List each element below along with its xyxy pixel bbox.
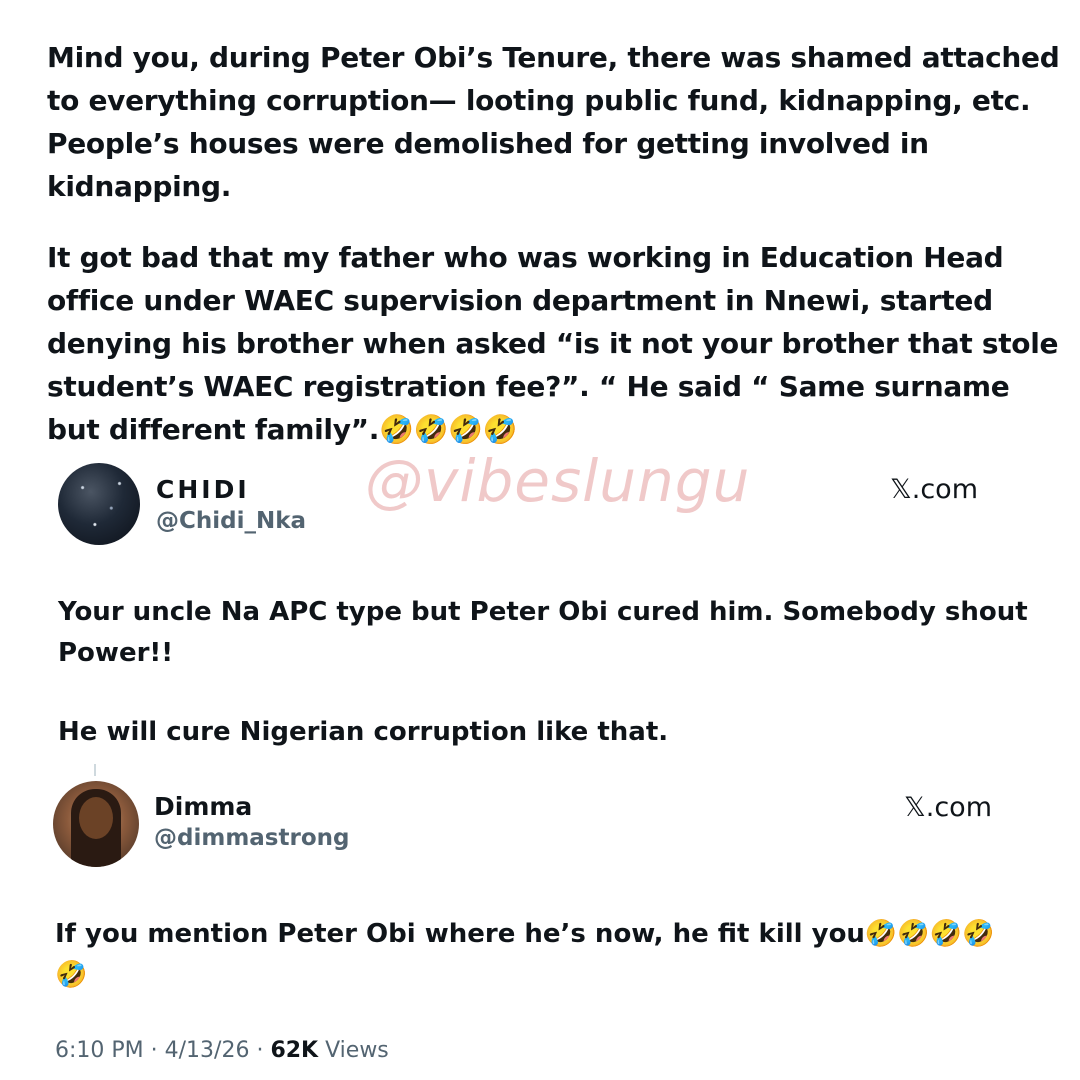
x-logo-source[interactable]: 𝕏.com [890, 474, 978, 505]
thread-line [94, 764, 96, 776]
views-label: Views [318, 1038, 389, 1063]
views-count[interactable]: 62K [270, 1038, 318, 1063]
author-handle[interactable]: @Chidi_Nka [156, 508, 306, 534]
tweet-text: If you mention Peter Obi where he’s now,… [55, 919, 995, 990]
post-time[interactable]: 6:10 PM [55, 1038, 144, 1063]
separator: · [143, 1038, 165, 1063]
post-date[interactable]: 4/13/26 [165, 1038, 250, 1063]
tweet-text: He will cure Nigerian corruption like th… [58, 717, 669, 747]
post-paragraph-1: Mind you, during Peter Obi’s Tenure, the… [47, 41, 1060, 203]
watermark: @vibeslungu [365, 447, 751, 515]
avatar-face [79, 797, 113, 839]
author-name[interactable]: Dimma [154, 792, 252, 821]
separator: · [249, 1038, 271, 1063]
avatar[interactable] [58, 463, 140, 545]
avatar[interactable] [53, 781, 139, 867]
post-meta: 6:10 PM · 4/13/26 · 62K Views [55, 1038, 389, 1063]
x-logo-source[interactable]: 𝕏.com [904, 792, 992, 823]
author-name[interactable]: CHIDI [156, 475, 250, 504]
author-handle[interactable]: @dimmastrong [154, 825, 349, 851]
tweet-text: Your uncle Na APC type but Peter Obi cur… [58, 597, 1028, 668]
post-paragraph-2: It got bad that my father who was workin… [47, 241, 1059, 446]
